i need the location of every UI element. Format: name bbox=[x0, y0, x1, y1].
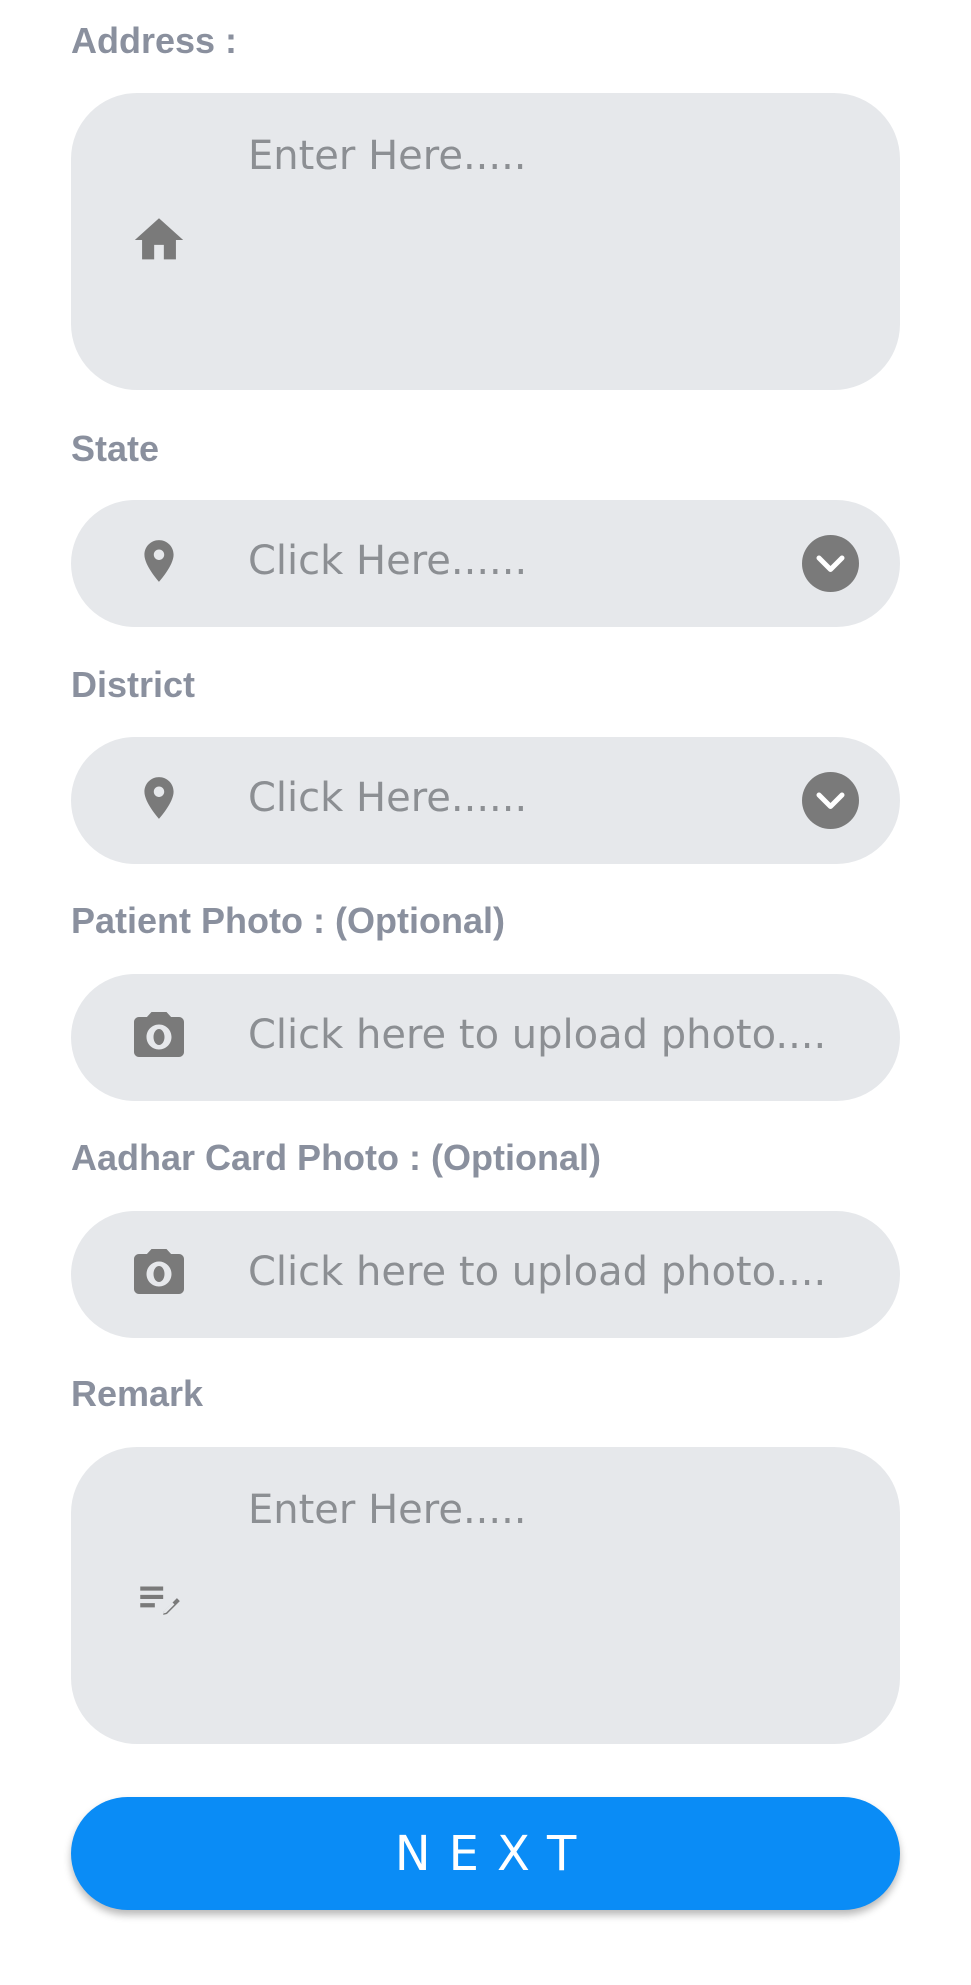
address-label: Address : bbox=[71, 20, 238, 61]
district-label: District bbox=[71, 664, 196, 705]
camera-icon bbox=[129, 1007, 189, 1067]
state-select-value[interactable]: Click Here...... bbox=[248, 538, 527, 584]
chevron-down-icon[interactable] bbox=[802, 535, 859, 592]
aadhar-photo-label: Aadhar Card Photo : (Optional) bbox=[71, 1137, 601, 1178]
state-label: State bbox=[71, 428, 160, 469]
remark-label: Remark bbox=[71, 1373, 204, 1414]
remark-field[interactable]: Enter Here..... bbox=[71, 1447, 900, 1744]
edit-notes-icon bbox=[134, 1574, 184, 1624]
remark-input[interactable]: Enter Here..... bbox=[248, 1487, 527, 1533]
address-field[interactable]: Enter Here..... bbox=[71, 93, 900, 390]
state-dropdown[interactable]: Click Here...... bbox=[71, 500, 900, 627]
patient-photo-input[interactable]: Click here to upload photo.... bbox=[248, 1012, 826, 1058]
location-pin-icon bbox=[134, 536, 184, 586]
aadhar-photo-input[interactable]: Click here to upload photo.... bbox=[248, 1249, 826, 1295]
chevron-down-icon[interactable] bbox=[802, 772, 859, 829]
location-pin-icon bbox=[134, 773, 184, 823]
patient-photo-label: Patient Photo : (Optional) bbox=[71, 900, 505, 941]
patient-photo-upload[interactable]: Click here to upload photo.... bbox=[71, 974, 900, 1101]
district-select-value[interactable]: Click Here...... bbox=[248, 775, 527, 821]
address-input[interactable]: Enter Here..... bbox=[248, 133, 527, 179]
district-dropdown[interactable]: Click Here...... bbox=[71, 737, 900, 864]
next-button[interactable]: NEXT bbox=[71, 1797, 900, 1910]
aadhar-photo-upload[interactable]: Click here to upload photo.... bbox=[71, 1211, 900, 1338]
camera-icon bbox=[129, 1244, 189, 1304]
home-icon bbox=[130, 211, 188, 269]
